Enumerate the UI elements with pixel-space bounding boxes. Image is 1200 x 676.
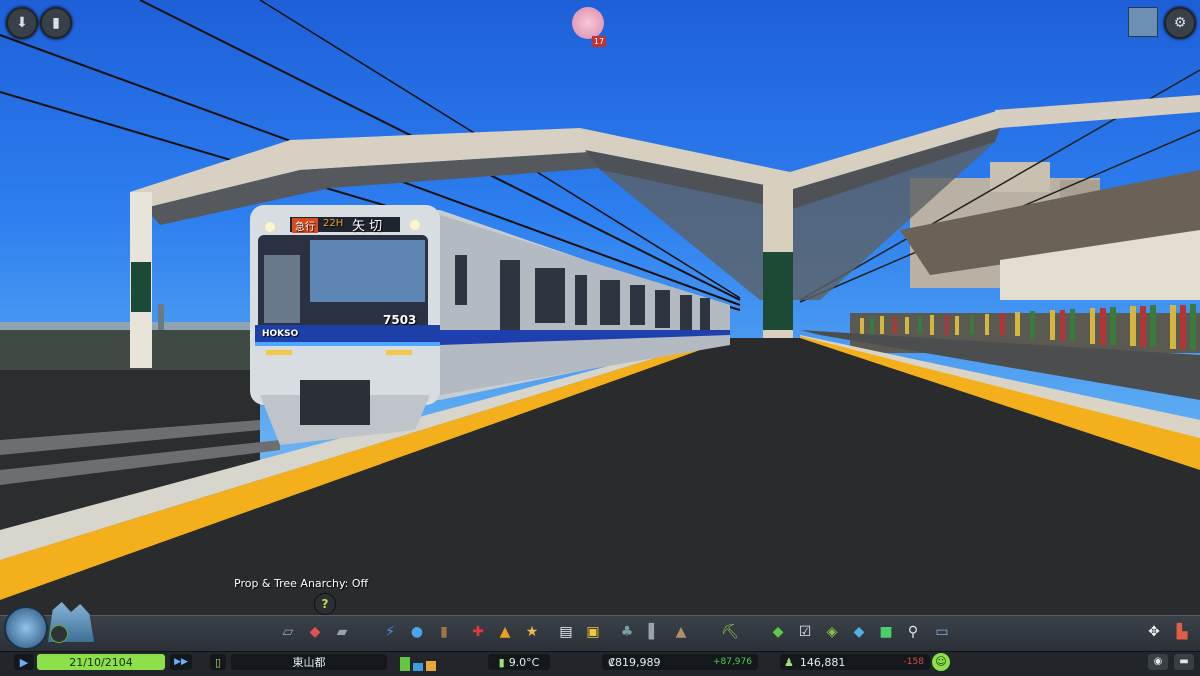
game-viewport[interactable]: 急行 22H 矢 切 7503 HOKSO: [0, 0, 1200, 615]
thermometer-icon: ▮: [498, 655, 505, 669]
district-marker-icon: ▯: [210, 654, 226, 670]
speed-icon[interactable]: ▶▶: [170, 654, 192, 670]
fire-icon[interactable]: ▲: [495, 622, 515, 642]
train-brand: HOKSO: [262, 329, 299, 339]
electricity-icon[interactable]: ⚡: [380, 622, 400, 642]
zoning-icon[interactable]: ◆: [305, 622, 325, 642]
search-icon[interactable]: ⚲: [903, 622, 923, 642]
play-icon[interactable]: ▶: [14, 654, 34, 670]
chirper-icon[interactable]: [572, 7, 604, 39]
train-destination: 矢 切: [352, 219, 383, 234]
prop-anarchy-label: Prop & Tree Anarchy: Off: [234, 577, 369, 590]
train-service-badge: 急行: [292, 218, 318, 233]
city-globe-icon[interactable]: [4, 606, 48, 650]
water-tool-icon[interactable]: ◆: [849, 622, 869, 642]
train-route-code: 22H: [323, 218, 344, 229]
download-arrow-icon[interactable]: ⬇: [6, 7, 38, 39]
population-value: 146,881: [799, 655, 846, 669]
demand-meter[interactable]: [400, 651, 440, 673]
police-icon[interactable]: ★: [522, 622, 542, 642]
train-number: 7503: [383, 313, 417, 327]
money-icon[interactable]: ◆: [768, 622, 788, 642]
info-views-icon[interactable]: ◈: [822, 622, 842, 642]
public-transport-icon[interactable]: ▣: [583, 622, 603, 642]
monuments-icon[interactable]: ▲: [671, 622, 691, 642]
money-delta: +87,976: [712, 657, 752, 667]
education-icon[interactable]: ▤: [556, 622, 576, 642]
city-logo-icon[interactable]: [1128, 7, 1158, 37]
population-delta: -158: [903, 657, 924, 667]
move-camera-icon[interactable]: ✥: [1144, 622, 1164, 642]
photo-mode-icon[interactable]: ▭: [930, 622, 954, 642]
notification-count-badge: 17: [592, 36, 606, 47]
gear-icon[interactable]: ⚙: [1164, 7, 1196, 39]
unique-buildings-icon[interactable]: ▌: [644, 622, 664, 642]
money-readout[interactable]: ₡819,989 +87,976: [602, 654, 758, 670]
bulldozer-icon[interactable]: ▙: [1172, 622, 1192, 642]
temperature-value: 9.0°C: [508, 655, 540, 669]
free-camera-icon[interactable]: ▬: [1174, 654, 1194, 670]
traffic-light-icon[interactable]: ▮: [40, 7, 72, 39]
temperature-readout: ▮ 9.0°C: [488, 654, 550, 670]
parks-icon[interactable]: ♣: [617, 622, 637, 642]
water-icon[interactable]: ●: [407, 622, 427, 642]
terrain-icon[interactable]: ■: [876, 622, 896, 642]
money-value: ₡819,989: [608, 655, 661, 669]
game-date: 21/10/2104: [37, 654, 165, 670]
camera-icon[interactable]: ◉: [1148, 654, 1168, 670]
station-scene: [0, 0, 1200, 615]
districts-icon[interactable]: ▰: [332, 622, 352, 642]
district-name[interactable]: 東山都: [231, 654, 387, 670]
population-icon: ♟: [784, 655, 794, 669]
landscaping-icon[interactable]: ⛏: [720, 622, 740, 642]
policies-icon[interactable]: ☑: [795, 622, 815, 642]
roads-icon[interactable]: ▱: [278, 622, 298, 642]
milestone-icon[interactable]: [50, 625, 68, 643]
garbage-icon[interactable]: ▮: [434, 622, 454, 642]
prop-anarchy-toggle[interactable]: ?: [314, 593, 336, 615]
healthcare-icon[interactable]: ✚: [468, 622, 488, 642]
population-readout[interactable]: ♟ 146,881 -158: [780, 654, 930, 670]
happiness-icon[interactable]: ☺: [932, 653, 950, 671]
